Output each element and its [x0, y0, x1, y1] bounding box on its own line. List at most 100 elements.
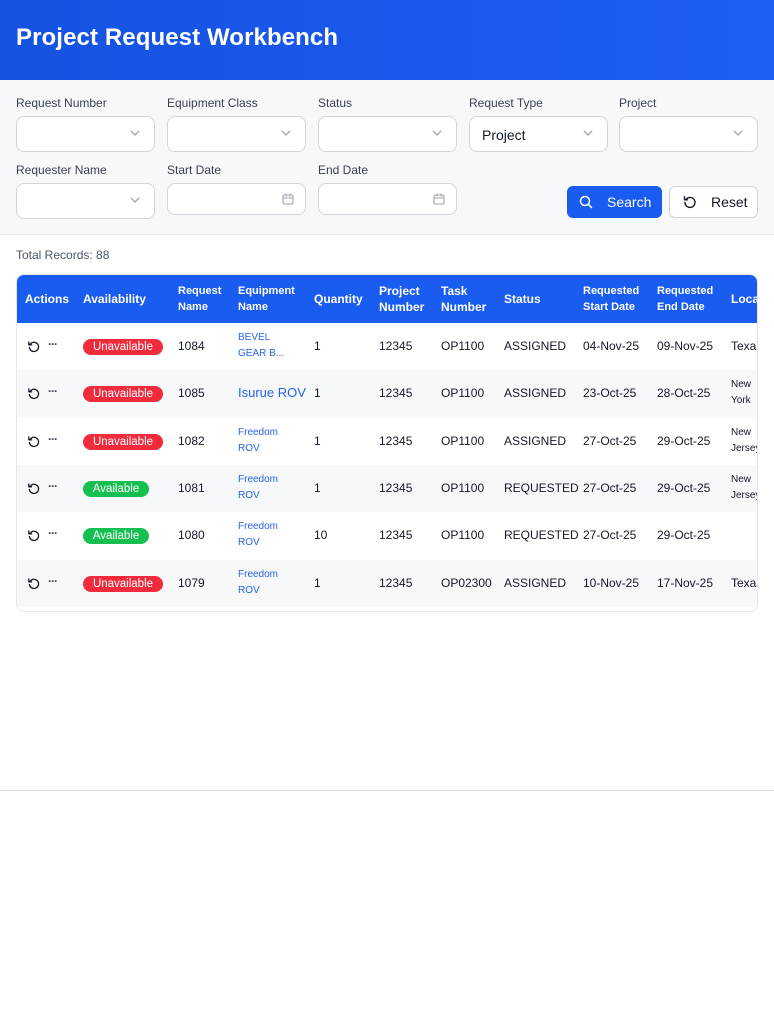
equipment-name-link[interactable]: Freedom ROV [238, 472, 278, 504]
status-field: Status [318, 96, 457, 152]
more-icon[interactable]: ··· [48, 479, 58, 493]
equipment-class-label: Equipment Class [167, 96, 258, 110]
requests-table: Actions Availability Request Name Equipm… [16, 274, 758, 612]
start-date-input[interactable] [167, 183, 306, 215]
table-row[interactable]: ··· Unavailable 1084 BEVEL GEAR B... 1 12… [17, 323, 757, 370]
request-number-field: Request Number [16, 96, 155, 152]
project-number-cell: 12345 [379, 575, 413, 590]
col-task-number[interactable]: Task Number [441, 283, 486, 315]
availability-badge: Unavailable [83, 339, 163, 355]
requested-end-date-cell: 28-Oct-25 [657, 386, 711, 401]
start-date-field: Start Date [167, 163, 306, 215]
requester-name-select[interactable] [16, 183, 155, 219]
project-number-cell: 12345 [379, 339, 413, 353]
location-cell: Texas [731, 575, 757, 590]
equipment-name-link[interactable]: Freedom ROV [238, 425, 278, 457]
reset-button[interactable]: Reset [669, 186, 758, 218]
calendar-icon[interactable] [432, 192, 446, 206]
requested-start-date-cell: 10-Nov-25 [583, 575, 640, 590]
quantity-cell: 10 [314, 528, 328, 543]
more-icon[interactable]: ··· [48, 432, 58, 446]
request-name-cell: 1079 [178, 575, 205, 590]
chevron-down-icon [583, 130, 593, 136]
table-row[interactable]: ··· Available 1081 Freedom ROV 1 12345 OP… [17, 464, 758, 512]
col-requested-end-date[interactable]: Requested End Date [657, 283, 713, 315]
task-number-cell: OP1100 [441, 386, 485, 401]
equipment-name-link[interactable]: Freedom ROV [238, 519, 278, 551]
col-equipment-name[interactable]: Equipment Name [238, 283, 295, 315]
table-header: Actions Availability Request Name Equipm… [17, 275, 757, 323]
availability-badge: Unavailable [83, 386, 163, 403]
chevron-down-icon [281, 130, 291, 136]
more-icon[interactable]: ··· [48, 574, 58, 588]
table-row[interactable]: ··· Unavailable 1082 Freedom ROV 1 12345 … [17, 418, 757, 465]
task-number-cell: OP1100 [441, 480, 485, 495]
request-name-cell: 1085 [178, 386, 205, 401]
requester-name-field: Requester Name [16, 163, 155, 219]
project-select[interactable] [619, 116, 758, 152]
page-header: Project Request Workbench [0, 0, 774, 80]
project-number-cell: 12345 [379, 433, 413, 448]
status-cell: ASSIGNED [504, 433, 567, 448]
request-number-label: Request Number [16, 96, 107, 110]
search-button[interactable]: Search [567, 186, 662, 218]
more-icon[interactable]: ··· [48, 526, 58, 540]
request-name-cell: 1081 [178, 480, 205, 495]
status-cell: ASSIGNED [504, 575, 567, 590]
quantity-cell: 1 [314, 433, 321, 448]
equipment-class-field: Equipment Class [167, 96, 306, 152]
page-divider [0, 790, 774, 791]
col-status[interactable]: Status [504, 291, 541, 307]
search-icon [579, 195, 593, 209]
status-cell: ASSIGNED [504, 386, 567, 401]
quantity-cell: 1 [314, 480, 321, 495]
availability-badge: Available [83, 528, 149, 545]
equipment-name-link[interactable]: Freedom ROV [238, 567, 278, 599]
col-request-name[interactable]: Request Name [178, 283, 221, 315]
chevron-down-icon [733, 130, 743, 136]
quantity-cell: 1 [314, 339, 321, 353]
col-quantity[interactable]: Quantity [314, 291, 363, 307]
history-icon[interactable] [27, 482, 41, 496]
col-actions: Actions [25, 292, 70, 306]
history-icon[interactable] [27, 340, 41, 354]
request-name-cell: 1080 [178, 528, 205, 543]
request-number-select[interactable] [16, 116, 155, 152]
history-icon[interactable] [27, 387, 41, 401]
requested-end-date-cell: 29-Oct-25 [657, 480, 711, 495]
table-row[interactable]: ··· Unavailable 1085 Isurue ROV 1 12345 … [17, 370, 757, 418]
request-type-value: Project [482, 127, 526, 143]
requested-start-date-cell: 27-Oct-25 [583, 528, 637, 543]
page-title: Project Request Workbench [16, 24, 339, 51]
more-icon[interactable]: ··· [48, 337, 58, 351]
more-icon[interactable]: ··· [48, 384, 58, 398]
table-row[interactable]: ··· Unavailable 1079 Freedom ROV 1 12345 … [17, 559, 757, 607]
request-type-select[interactable]: Project [469, 116, 608, 152]
project-field: Project [619, 96, 758, 152]
request-name-cell: 1082 [178, 433, 205, 448]
col-location[interactable]: Loca [731, 291, 757, 307]
quantity-cell: 1 [314, 386, 321, 401]
equipment-name-link[interactable]: BEVEL GEAR B... [238, 330, 284, 362]
requester-name-label: Requester Name [16, 163, 107, 177]
history-icon[interactable] [27, 435, 41, 449]
requested-start-date-cell: 27-Oct-25 [583, 433, 637, 448]
task-number-cell: OP1100 [441, 433, 485, 448]
status-cell: REQUESTED [504, 480, 579, 495]
status-select[interactable] [318, 116, 457, 152]
location-cell: New Jersey [731, 473, 758, 501]
history-icon[interactable] [27, 577, 41, 591]
status-cell: REQUESTED [504, 528, 579, 543]
col-project-number[interactable]: Project Number [379, 283, 424, 315]
history-icon[interactable] [27, 529, 41, 543]
equipment-class-select[interactable] [167, 116, 306, 152]
table-row[interactable]: ··· Available 1080 Freedom ROV 10 12345 O… [17, 512, 757, 559]
end-date-input[interactable] [318, 183, 457, 215]
col-requested-start-date[interactable]: Requested Start Date [583, 283, 639, 315]
equipment-name-link[interactable]: Isurue ROV [238, 385, 306, 400]
requested-start-date-cell: 27-Oct-25 [583, 480, 637, 495]
col-availability: Availability [83, 292, 146, 306]
project-number-cell: 12345 [379, 480, 413, 495]
calendar-icon[interactable] [281, 192, 295, 206]
location-cell: New York [731, 379, 752, 407]
